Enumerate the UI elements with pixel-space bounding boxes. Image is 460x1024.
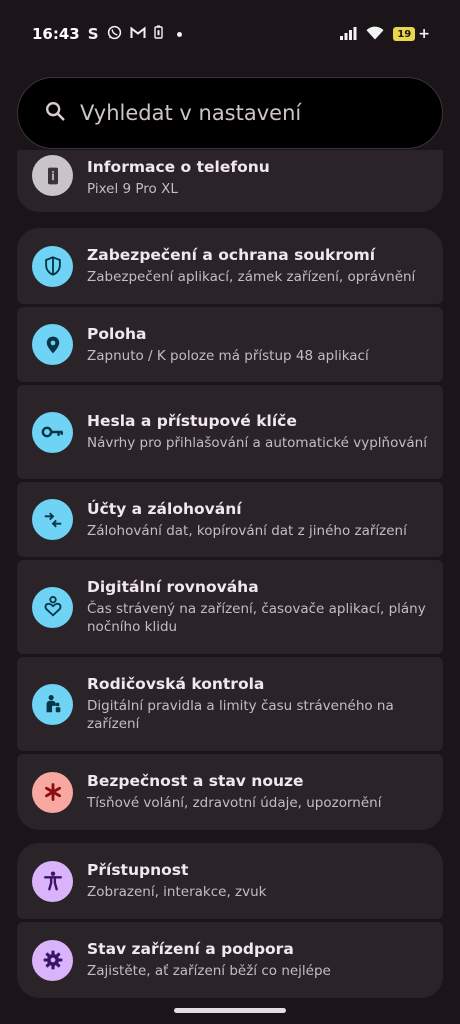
settings-item-title: Poloha: [87, 324, 147, 343]
settings-search-bar[interactable]: Vyhledat v nastavení: [17, 77, 443, 149]
settings-item-subtitle: Zálohování dat, kopírování dat z jiného …: [87, 522, 407, 539]
settings-item-device-health[interactable]: Stav zařízení a podpora Zajistěte, ať za…: [17, 922, 443, 998]
emergency-asterisk-icon: [32, 771, 73, 813]
accessibility-icon: [32, 860, 73, 902]
clock: 16:43: [32, 25, 80, 43]
settings-item-subtitle: Tísňové volání, zdravotní údaje, upozorn…: [87, 795, 382, 811]
settings-item-title: Rodičovská kontrola: [87, 675, 265, 693]
charging-plus-icon: +: [418, 26, 430, 42]
settings-item-title: Hesla a přístupové klíče: [87, 412, 297, 430]
app-s-icon: S: [87, 25, 99, 43]
settings-item-subtitle: Zobrazení, interakce, zvuk: [87, 884, 267, 900]
key-icon: [32, 411, 73, 453]
sync-arrows-icon: [32, 499, 73, 540]
settings-item-passwords[interactable]: Hesla a přístupové klíče Návrhy pro přih…: [17, 385, 443, 479]
search-placeholder: Vyhledat v nastavení: [80, 101, 302, 125]
phone-info-icon: [32, 155, 73, 196]
whatsapp-icon: [107, 25, 122, 44]
settings-group-accessibility: Přístupnost Zobrazení, interakce, zvuk S…: [17, 843, 443, 998]
search-icon: [44, 100, 66, 126]
settings-item-subtitle: Čas strávený na zařízení, časovače aplik…: [87, 601, 426, 635]
shield-icon: [32, 245, 73, 287]
settings-item-title: Přístupnost: [87, 861, 189, 879]
battery-level: 19: [397, 28, 412, 40]
settings-item-accessibility[interactable]: Přístupnost Zobrazení, interakce, zvuk: [17, 843, 443, 919]
settings-item-digital-wellbeing[interactable]: Digitální rovnováha Čas strávený na zaří…: [17, 560, 443, 654]
wellbeing-icon: [32, 586, 73, 628]
settings-item-subtitle: Návrhy pro přihlašování a automatické vy…: [87, 435, 427, 451]
parental-icon: [32, 683, 73, 725]
battery-indicator: 19: [393, 27, 416, 41]
settings-item-parental-controls[interactable]: Rodičovská kontrola Digitální pravidla a…: [17, 657, 443, 751]
settings-item-subtitle: Digitální pravidla a limity času stráven…: [87, 698, 394, 732]
settings-item-title: Bezpečnost a stav nouze: [87, 772, 304, 790]
settings-item-location[interactable]: Poloha Zapnuto / K poloze má přístup 48 …: [17, 307, 443, 382]
settings-item-subtitle: Zajistěte, ať zařízení běží co nejlépe: [87, 963, 331, 979]
settings-group-about: Informace o telefonu Pixel 9 Pro XL: [17, 150, 443, 212]
cell-signal-icon: [339, 25, 357, 44]
gmail-icon: [130, 25, 146, 43]
status-bar: 16:43 S 19 +: [0, 0, 460, 68]
settings-item-title: Účty a zálohování: [87, 499, 242, 518]
settings-item-title: Zabezpečení a ochrana soukromí: [87, 246, 376, 264]
settings-group-security: Zabezpečení a ochrana soukromí Zabezpeče…: [17, 228, 443, 830]
settings-item-subtitle: Pixel 9 Pro XL: [87, 181, 178, 197]
settings-item-safety-emergency[interactable]: Bezpečnost a stav nouze Tísňové volání, …: [17, 754, 443, 830]
gear-icon: [32, 939, 73, 981]
notification-dot: [176, 31, 182, 37]
settings-item-subtitle: Zabezpečení aplikací, zámek zařízení, op…: [87, 269, 416, 285]
gesture-home-bar[interactable]: [174, 1008, 286, 1013]
settings-item-title: Digitální rovnováha: [87, 578, 259, 596]
settings-item-subtitle: Zapnuto / K poloze má přístup 48 aplikac…: [87, 347, 369, 364]
location-pin-icon: [32, 324, 73, 365]
settings-item-accounts-backup[interactable]: Účty a zálohování Zálohování dat, kopíro…: [17, 482, 443, 557]
settings-item-security-privacy[interactable]: Zabezpečení a ochrana soukromí Zabezpeče…: [17, 228, 443, 304]
battery-saver-icon: [153, 25, 163, 43]
settings-item-about-phone[interactable]: Informace o telefonu Pixel 9 Pro XL: [17, 150, 443, 212]
settings-item-title: Stav zařízení a podpora: [87, 940, 294, 958]
wifi-icon: [366, 25, 384, 44]
settings-item-title: Informace o telefonu: [87, 158, 270, 176]
